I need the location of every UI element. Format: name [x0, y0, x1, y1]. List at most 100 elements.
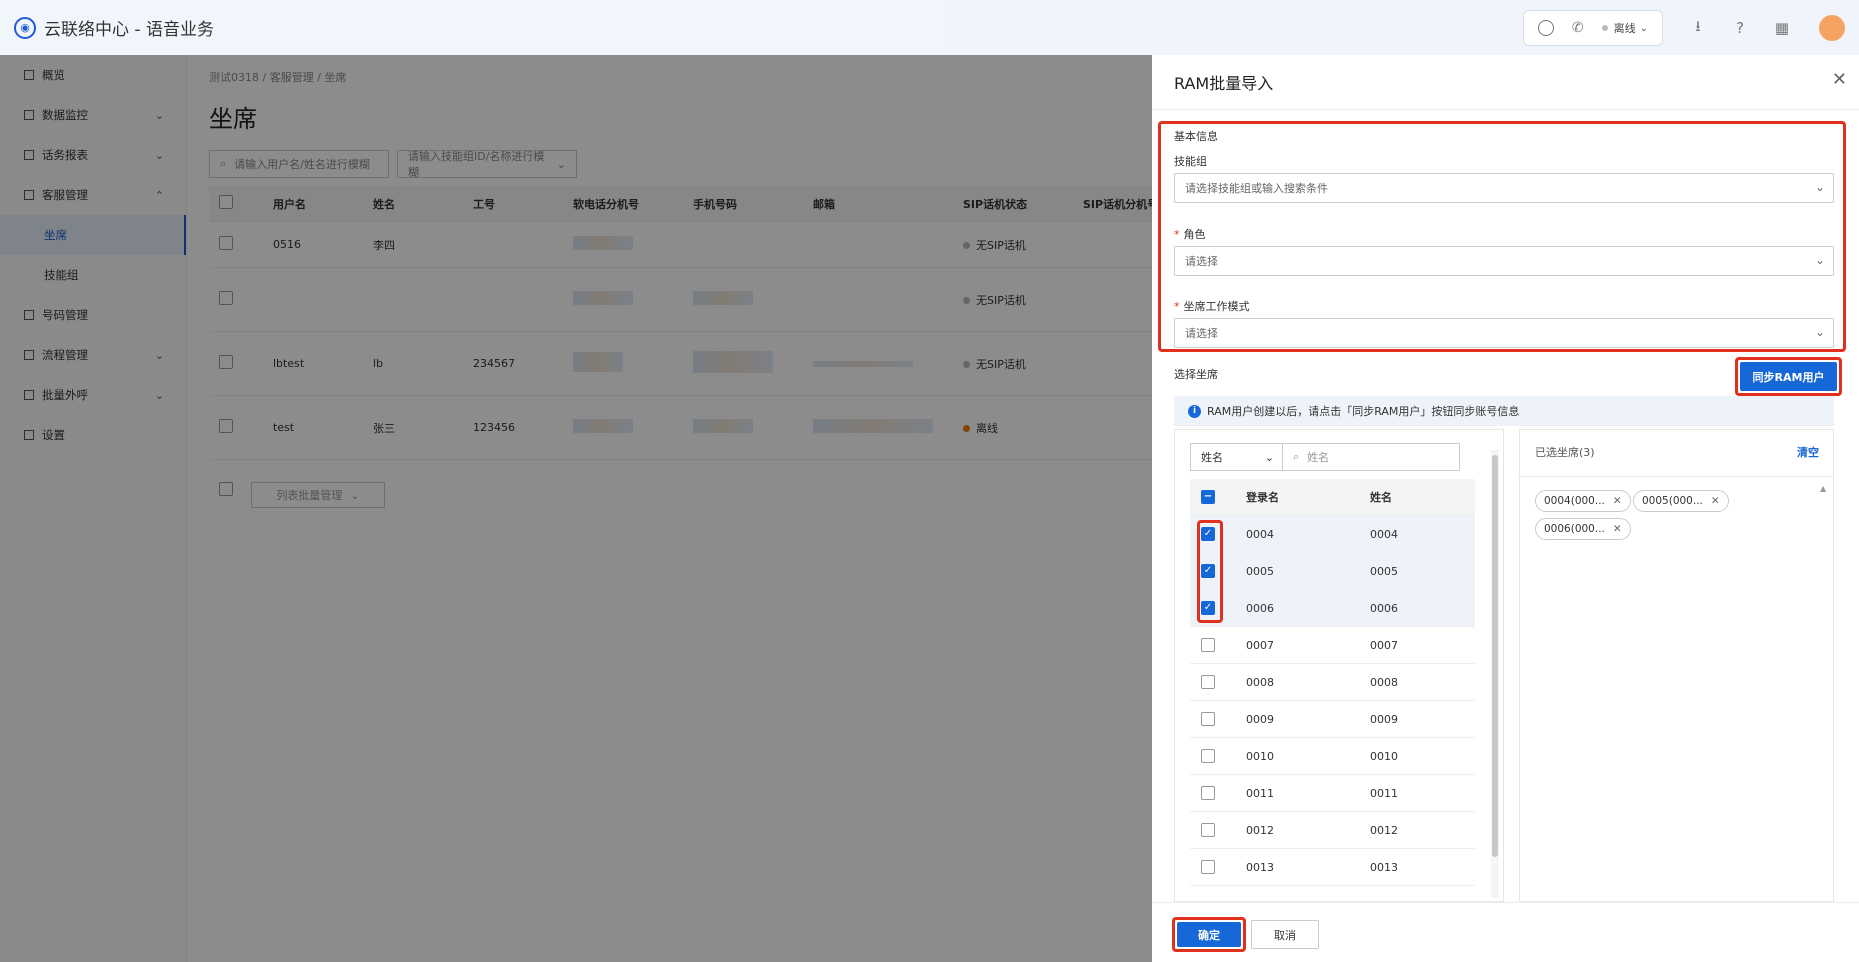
clear-selected-link[interactable]: 清空 [1797, 444, 1819, 460]
tag-label: 0004(000... [1544, 495, 1605, 507]
list-scrollbar-thumb[interactable] [1492, 455, 1498, 857]
list-item[interactable]: ✓ 0005 0005 [1190, 553, 1475, 590]
modal-overlay[interactable] [0, 55, 1152, 962]
login-cell: 0006 [1246, 601, 1274, 615]
list-item[interactable]: ✓ 0004 0004 [1190, 516, 1475, 553]
work-mode-label-text: 坐席工作模式 [1183, 300, 1250, 313]
download-icon[interactable]: ⭳ [1689, 17, 1707, 37]
chevron-down-icon: ⌄ [1814, 253, 1825, 267]
name-cell: 0008 [1370, 675, 1398, 689]
row-checkbox[interactable] [1201, 638, 1215, 652]
name-cell: 0009 [1370, 712, 1398, 726]
logo: ◉ 云联络中心 - 语音业务 [14, 15, 214, 40]
chevron-down-icon: ⌄ [1814, 325, 1825, 339]
name-cell: 0011 [1370, 786, 1398, 800]
chevron-down-icon: ⌄ [1814, 180, 1825, 194]
status-label[interactable]: 离线 [1614, 20, 1636, 36]
role-label-text: 角色 [1183, 228, 1206, 241]
name-search-placeholder: 姓名 [1307, 451, 1330, 464]
row-checkbox[interactable] [1201, 712, 1215, 726]
login-cell: 0008 [1246, 675, 1274, 689]
name-cell: 0013 [1370, 860, 1398, 874]
close-icon[interactable]: ✕ [1613, 495, 1622, 507]
list-item[interactable]: 0011 0011 [1190, 775, 1475, 812]
skill-group-select[interactable]: 请选择技能组或输入搜索条件 ⌄ [1174, 173, 1834, 203]
row-checkbox[interactable] [1201, 786, 1215, 800]
login-cell: 0007 [1246, 638, 1274, 652]
drawer-title: RAM批量导入 [1174, 74, 1274, 93]
highlight-checked-rows [1197, 520, 1223, 623]
confirm-button[interactable]: 确定 [1177, 922, 1241, 947]
call-status-widget[interactable]: ✆ 离线 ⌄ [1522, 10, 1663, 46]
name-cell: 0010 [1370, 749, 1398, 763]
work-mode-select[interactable]: 请选择 ⌄ [1174, 318, 1834, 348]
list-item[interactable]: 0012 0012 [1190, 812, 1475, 849]
login-cell: 0011 [1246, 786, 1274, 800]
row-checkbox[interactable] [1201, 860, 1215, 874]
selected-tag: 0006(000... ✕ [1535, 518, 1631, 540]
row-checkbox[interactable] [1201, 823, 1215, 837]
close-icon[interactable]: ✕ [1832, 69, 1847, 90]
top-bar: ◉ 云联络中心 - 语音业务 ✆ 离线 ⌄ ⭳ ? ▦ [0, 0, 1859, 55]
list-item[interactable]: 0013 0013 [1190, 849, 1475, 886]
select-all-checkbox[interactable]: − [1201, 490, 1215, 504]
search-icon: ⌕ [1293, 450, 1300, 463]
name-cell: 0012 [1370, 823, 1398, 837]
list-item[interactable]: 0010 0010 [1190, 738, 1475, 775]
list-item[interactable]: 0007 0007 [1190, 627, 1475, 664]
list-item[interactable]: 0009 0009 [1190, 701, 1475, 738]
column-header: 登录名 [1246, 491, 1279, 504]
login-cell: 0012 [1246, 823, 1274, 837]
chevron-down-icon: ⌄ [1264, 450, 1274, 464]
role-label: * 角色 [1174, 226, 1206, 242]
login-cell: 0004 [1246, 527, 1274, 541]
selected-tag: 0004(000... ✕ [1535, 490, 1631, 512]
chat-icon[interactable] [1537, 20, 1554, 36]
name-search-input[interactable]: ⌕ 姓名 [1282, 443, 1460, 471]
close-icon[interactable]: ✕ [1613, 523, 1622, 535]
apps-grid-icon[interactable]: ▦ [1773, 19, 1791, 37]
tag-label: 0005(000... [1642, 495, 1703, 507]
work-mode-label: * 坐席工作模式 [1174, 298, 1250, 314]
chevron-down-icon[interactable]: ⌄ [1640, 23, 1648, 34]
row-checkbox[interactable] [1201, 749, 1215, 763]
top-right-tools: ✆ 离线 ⌄ ⭳ ? ▦ [1522, 10, 1849, 46]
sync-ram-users-button[interactable]: 同步RAM用户 [1740, 362, 1837, 391]
login-cell: 0010 [1246, 749, 1274, 763]
row-checkbox[interactable] [1201, 675, 1215, 689]
app-title: 云联络中心 - 语音业务 [44, 20, 214, 40]
list-item[interactable]: ✓ 0006 0006 [1190, 590, 1475, 627]
work-mode-placeholder: 请选择 [1185, 327, 1218, 340]
avatar[interactable] [1819, 15, 1845, 41]
login-cell: 0013 [1246, 860, 1274, 874]
required-mark: * [1174, 300, 1180, 313]
scroll-up-icon[interactable]: ▲ [1820, 484, 1826, 493]
login-cell: 0009 [1246, 712, 1274, 726]
name-cell: 0005 [1370, 564, 1398, 578]
role-placeholder: 请选择 [1185, 255, 1218, 268]
info-icon: i [1188, 404, 1201, 418]
selected-count-title: 已选坐席(3) [1535, 446, 1595, 459]
close-icon[interactable]: ✕ [1711, 495, 1720, 507]
required-mark: * [1174, 228, 1180, 241]
info-text: RAM用户创建以后，请点击「同步RAM用户」按钮同步账号信息 [1207, 405, 1520, 418]
name-cell: 0007 [1370, 638, 1398, 652]
drawer-header: RAM批量导入 ✕ [1152, 55, 1859, 110]
divider [1519, 476, 1834, 477]
skill-group-label: 技能组 [1174, 155, 1207, 168]
list-item[interactable]: 0008 0008 [1190, 664, 1475, 701]
phone-icon[interactable]: ✆ [1572, 20, 1584, 36]
list-header: − 登录名 姓名 [1190, 479, 1475, 516]
skill-group-placeholder: 请选择技能组或输入搜索条件 [1185, 182, 1328, 195]
column-header: 姓名 [1370, 491, 1392, 504]
selected-tag: 0005(000... ✕ [1633, 490, 1729, 512]
cancel-button[interactable]: 取消 [1251, 920, 1319, 949]
name-cell: 0006 [1370, 601, 1398, 615]
filter-field-select[interactable]: 姓名 ⌄ [1190, 443, 1283, 471]
role-select[interactable]: 请选择 ⌄ [1174, 246, 1834, 276]
help-icon[interactable]: ? [1731, 19, 1749, 37]
app-logo-icon: ◉ [14, 16, 36, 39]
select-agents-label: 选择坐席 [1174, 368, 1218, 381]
status-dot [1601, 25, 1608, 31]
filter-field-value: 姓名 [1201, 451, 1223, 464]
